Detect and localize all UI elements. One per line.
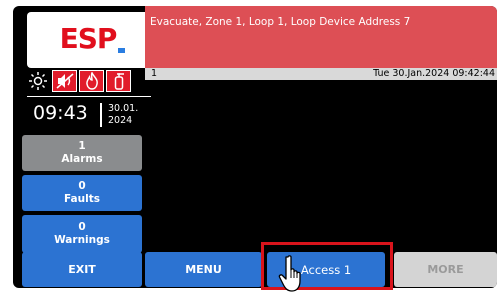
esp-logo: ESP — [27, 12, 149, 68]
exit-button[interactable]: EXIT — [22, 252, 142, 287]
clock-separator — [100, 103, 102, 127]
message-index: 1 — [151, 68, 158, 79]
alarm-message[interactable]: Evacuate, Zone 1, Loop 1, Loop Device Ad… — [145, 6, 497, 68]
warnings-label: Warnings — [54, 234, 110, 246]
message-info-bar: 1 Tue 30.Jan.2024 09:42:44 — [145, 68, 497, 80]
sun-icon — [27, 70, 49, 92]
logo-accent — [118, 48, 125, 53]
alarms-count: 1 — [78, 140, 86, 152]
faults-count: 0 — [78, 180, 86, 192]
sounder-muted-icon[interactable] — [52, 70, 77, 92]
status-divider — [27, 96, 151, 97]
message-timestamp: Tue 30.Jan.2024 09:42:44 — [373, 68, 495, 79]
logo-text: ESP — [59, 22, 118, 55]
faults-label: Faults — [64, 193, 100, 205]
warnings-count: 0 — [78, 221, 86, 233]
alarms-button[interactable]: 1 Alarms — [22, 135, 142, 171]
status-icons — [27, 70, 151, 94]
alarm-message-text: Evacuate, Zone 1, Loop 1, Loop Device Ad… — [150, 16, 411, 28]
alarms-label: Alarms — [61, 153, 103, 165]
panel-display: ESP 09:43 30.01. 2024 1 Alarms 0 Faults … — [13, 6, 497, 288]
fire-icon[interactable] — [79, 70, 104, 92]
clock-time: 09:43 — [33, 102, 88, 124]
warnings-button[interactable]: 0 Warnings — [22, 215, 142, 253]
clock-date-year: 2024 — [108, 115, 133, 126]
clock-date: 30.01. 2024 — [108, 103, 138, 127]
extinguisher-icon[interactable] — [106, 70, 131, 92]
hand-cursor-icon — [278, 255, 301, 292]
clock-date-day: 30.01. — [108, 103, 139, 114]
faults-button[interactable]: 0 Faults — [22, 175, 142, 211]
menu-button[interactable]: MENU — [145, 252, 262, 287]
more-button[interactable]: MORE — [394, 252, 497, 287]
